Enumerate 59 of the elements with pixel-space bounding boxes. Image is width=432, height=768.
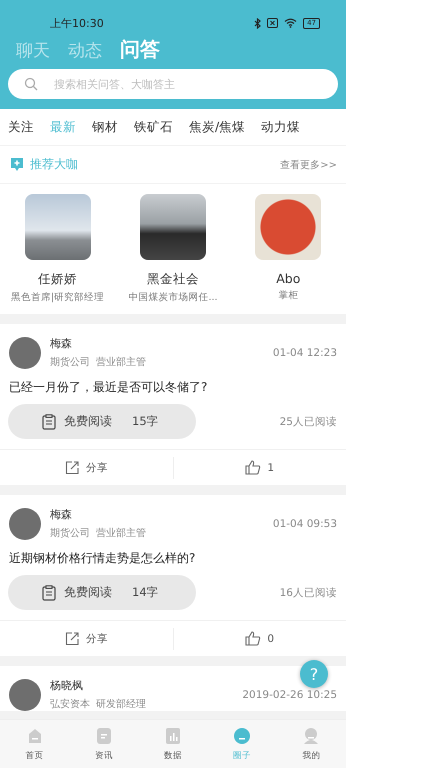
circle-icon	[233, 726, 252, 744]
category-tab[interactable]: 铁矿石	[134, 118, 173, 136]
category-tab[interactable]: 动力煤	[261, 118, 300, 136]
category-tab[interactable]: 焦炭/焦煤	[189, 118, 246, 136]
category-tab[interactable]: 关注	[8, 118, 34, 136]
share-button[interactable]: 分享	[0, 630, 172, 647]
question-text: 已经一月份了，最近是否可以冬储了?	[8, 379, 208, 396]
company-name: 期货公司	[50, 356, 90, 369]
nav-item[interactable]: 我的	[276, 720, 346, 768]
category-tab[interactable]: 钢材	[92, 118, 118, 136]
free-read-button[interactable]: 免费阅读 14字	[8, 575, 196, 610]
sim-card-icon	[267, 18, 278, 28]
job-title: 营业部主管	[96, 356, 146, 369]
job-title: 营业部主管	[96, 526, 146, 540]
share-icon	[64, 631, 80, 646]
nav-item[interactable]: 资讯	[69, 720, 138, 768]
view-more-link[interactable]: 查看更多>>	[280, 158, 337, 172]
author-name: 梅森	[50, 507, 73, 522]
news-icon	[94, 726, 113, 744]
read-count: 16人已阅读	[280, 586, 337, 600]
me-icon	[302, 726, 320, 744]
expert-title: 中国煤炭市场网任...	[128, 291, 218, 304]
nav-item[interactable]: 首页	[0, 720, 70, 768]
nav-item[interactable]: 数据	[138, 720, 208, 768]
expert-title: 黑色首席|研究部经理	[11, 291, 104, 304]
avatar	[9, 336, 41, 368]
like-button[interactable]: 1	[174, 459, 346, 476]
share-icon	[64, 460, 80, 475]
author-name: 梅森	[50, 336, 73, 351]
expert-name: 黑金社会	[146, 271, 199, 288]
bluetooth-icon	[254, 18, 262, 28]
read-count: 25人已阅读	[280, 414, 337, 428]
post-time: 01-04 12:23	[272, 346, 337, 358]
thumbs-up-icon	[245, 631, 262, 646]
company-name: 弘安资本	[50, 698, 90, 711]
post-time: 01-04 09:53	[272, 518, 337, 530]
author-name: 杨晓枫	[50, 678, 84, 693]
wifi-icon	[284, 18, 298, 28]
search-field[interactable]: 搜索相关问答、大咖答主	[8, 69, 338, 99]
expert-name: 任娇娇	[38, 271, 78, 288]
avatar	[9, 508, 41, 540]
clipboard-icon	[42, 584, 56, 600]
job-title: 研发部经理	[96, 698, 146, 711]
clipboard-icon	[42, 414, 56, 430]
avatar	[9, 678, 41, 710]
status-time: 上午10:30	[50, 16, 104, 30]
section-title: 推荐大咖	[30, 156, 78, 173]
data-icon	[164, 726, 182, 744]
expert-name: Abo	[276, 271, 300, 286]
free-read-button[interactable]: 免费阅读 15字	[8, 404, 196, 439]
post-time: 2019-02-26 10:25	[242, 688, 337, 700]
photo-placeholder[interactable]	[140, 194, 206, 260]
like-button[interactable]: 0	[174, 630, 346, 647]
share-button[interactable]: 分享	[0, 459, 172, 476]
company-name: 期货公司	[50, 526, 90, 540]
plus-bubble-icon	[10, 157, 24, 172]
expert-title: 掌柜	[278, 289, 298, 302]
question-text: 近期钢材价格行情走势是怎么样的?	[8, 550, 196, 567]
thumbs-up-icon	[245, 460, 262, 475]
